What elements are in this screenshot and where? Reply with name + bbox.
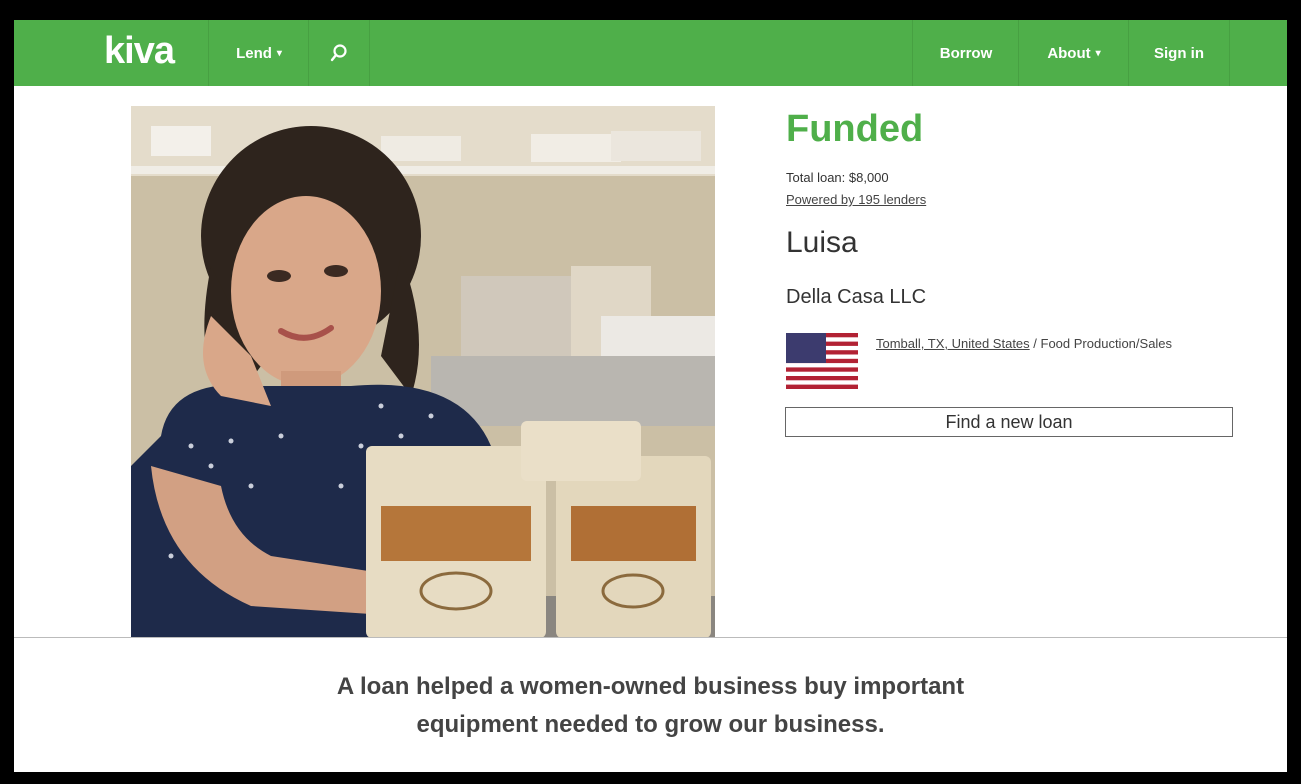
loan-status: Funded — [786, 108, 924, 150]
top-nav: kiva Lend ▾ Borrow About ▾ Sign in — [14, 20, 1287, 86]
page-frame: kiva Lend ▾ Borrow About ▾ Sign in Funde… — [14, 20, 1287, 772]
borrow-link[interactable]: Borrow — [912, 20, 1019, 86]
about-label: About — [1047, 44, 1091, 62]
search-button[interactable] — [308, 20, 370, 86]
quote-line-2: equipment needed to grow our business. — [416, 711, 885, 738]
sector-label: Food Production/Sales — [1040, 336, 1173, 351]
lenders-link[interactable]: Powered by 195 lenders — [786, 192, 926, 207]
total-loan: Total loan: $8,000 — [786, 170, 889, 185]
lend-label: Lend — [236, 44, 272, 62]
borrow-label: Borrow — [939, 44, 993, 62]
search-icon — [330, 44, 347, 62]
us-flag-icon — [786, 333, 858, 389]
signin-link[interactable]: Sign in — [1128, 20, 1230, 86]
loan-quote: A loan helped a women-owned business buy… — [14, 668, 1287, 744]
signin-label: Sign in — [1154, 44, 1204, 62]
location-sector: Tomball, TX, United States / Food Produc… — [876, 334, 1196, 354]
kiva-logo[interactable]: kiva — [104, 30, 175, 73]
borrower-photo-image — [131, 106, 715, 638]
borrower-name: Luisa — [786, 226, 858, 259]
quote-line-1: A loan helped a women-owned business buy… — [336, 673, 965, 700]
find-new-loan-button[interactable]: Find a new loan — [785, 407, 1233, 437]
location-link[interactable]: Tomball, TX, United States — [876, 336, 1030, 351]
chevron-down-icon: ▾ — [1095, 47, 1101, 59]
borrower-photo — [131, 106, 715, 638]
section-divider — [14, 637, 1287, 638]
lend-menu[interactable]: Lend ▾ — [208, 20, 309, 86]
chevron-down-icon: ▾ — [276, 47, 282, 59]
business-name: Della Casa LLC — [786, 286, 927, 308]
about-menu[interactable]: About ▾ — [1018, 20, 1129, 86]
location-separator: / — [1029, 336, 1041, 351]
